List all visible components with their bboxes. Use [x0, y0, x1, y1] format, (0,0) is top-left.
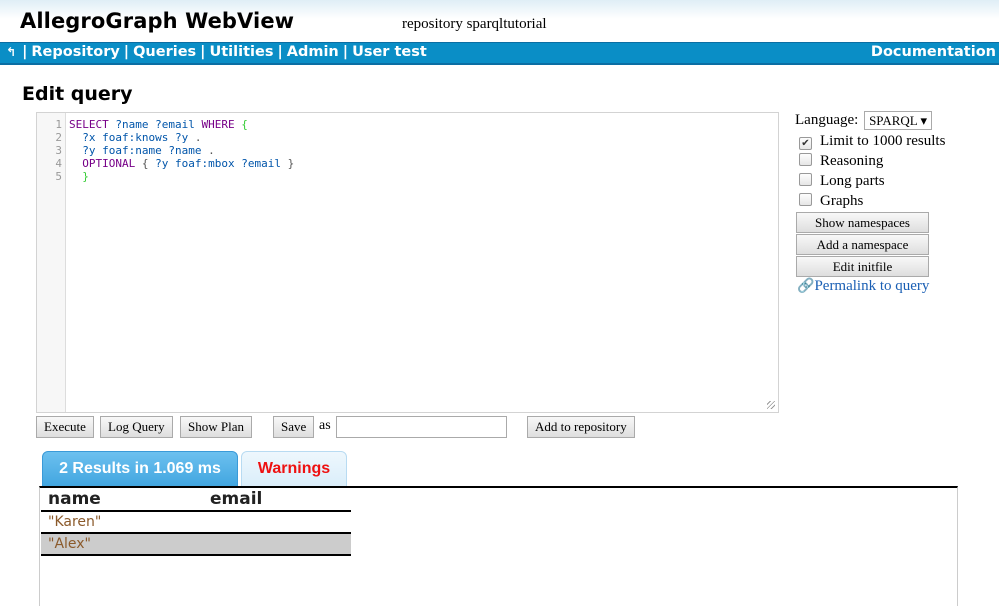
- code-token: ?y: [69, 144, 103, 157]
- table-row: "Alex": [41, 533, 351, 556]
- code-token: ?email: [241, 157, 288, 170]
- resize-grip-icon[interactable]: [767, 401, 775, 409]
- code-token: ?y: [174, 131, 189, 144]
- code-token: .: [188, 131, 202, 144]
- save-button[interactable]: Save: [273, 416, 315, 438]
- limit-results-checkbox[interactable]: ✔: [799, 137, 812, 150]
- code-token: }: [287, 157, 295, 170]
- column-header-email: email: [203, 488, 351, 512]
- line-number: 3: [55, 144, 62, 157]
- tab-results[interactable]: 2 Results in 1.069 ms: [42, 451, 238, 487]
- permalink-label[interactable]: Permalink to query: [814, 278, 929, 294]
- header: AllegroGraph WebView repository sparqltu…: [0, 0, 999, 42]
- link-icon: 🔗: [797, 279, 815, 294]
- repository-label: repository sparqltutorial: [402, 16, 547, 32]
- code-token: ?name: [168, 144, 202, 157]
- nav-separator: |: [123, 44, 130, 60]
- page-title: Edit query: [22, 83, 133, 105]
- nav-bar: ↰ | Repository | Queries | Utilities | Admin | Use…: [0, 42, 999, 65]
- code-token: }: [69, 170, 89, 183]
- back-icon[interactable]: ↰: [6, 45, 18, 59]
- code-token: OPTIONAL: [69, 157, 142, 170]
- language-label: Language:: [795, 111, 859, 128]
- reasoning-checkbox[interactable]: [799, 153, 812, 166]
- log-query-button[interactable]: Log Query: [100, 416, 173, 438]
- cell-name[interactable]: "Karen": [41, 511, 203, 534]
- editor-gutter: 12345: [37, 113, 66, 412]
- code-line[interactable]: ?y foaf:name ?name .: [69, 144, 294, 157]
- nav-separator: |: [277, 44, 283, 60]
- add-namespace-button[interactable]: Add a namespace: [796, 234, 929, 255]
- save-name-input[interactable]: [336, 416, 507, 438]
- line-number: 5: [55, 170, 62, 183]
- code-token: foaf:name: [102, 144, 169, 157]
- line-number: 1: [55, 118, 62, 131]
- query-code[interactable]: SELECT ?name ?email WHERE { ?x foaf:know…: [69, 118, 294, 183]
- code-token: WHERE: [201, 118, 242, 131]
- add-to-repository-button[interactable]: Add to repository: [527, 416, 635, 438]
- code-token: SELECT: [69, 118, 116, 131]
- reasoning-option[interactable]: Reasoning: [795, 151, 995, 171]
- code-line[interactable]: ?x foaf:knows ?y .: [69, 131, 294, 144]
- edit-initfile-button[interactable]: Edit initfile: [796, 256, 929, 277]
- nav-separator: |: [22, 44, 28, 60]
- code-token: {: [141, 157, 156, 170]
- code-token: ?y: [155, 157, 175, 170]
- cell-name[interactable]: "Alex": [41, 533, 203, 556]
- code-line[interactable]: OPTIONAL { ?y foaf:mbox ?email }: [69, 157, 294, 170]
- nav-documentation[interactable]: Documentation: [871, 44, 996, 60]
- query-editor[interactable]: 12345 SELECT ?name ?email WHERE { ?x foa…: [36, 112, 779, 413]
- code-token: ?name ?email: [115, 118, 202, 131]
- results-table: name email "Karen" "Alex": [41, 488, 351, 556]
- nav-user[interactable]: User test: [352, 44, 427, 60]
- show-namespaces-button[interactable]: Show namespaces: [796, 212, 929, 233]
- nav-separator: |: [342, 44, 349, 60]
- code-token: foaf:mbox: [174, 157, 242, 170]
- code-line[interactable]: SELECT ?name ?email WHERE {: [69, 118, 294, 131]
- graphs-option[interactable]: Graphs: [795, 191, 995, 211]
- code-token: ?x: [69, 131, 103, 144]
- column-header-name: name: [41, 488, 203, 512]
- permalink-link[interactable]: 🔗Permalink to query: [795, 278, 995, 295]
- code-token: .: [201, 144, 215, 157]
- nav-separator: |: [200, 44, 206, 60]
- limit-results-option[interactable]: ✔ Limit to 1000 results: [795, 131, 995, 151]
- code-token: {: [241, 118, 248, 131]
- nav-queries[interactable]: Queries: [133, 44, 196, 60]
- options-panel: Language: SPARQL ▾ ✔ Limit to 1000 result…: [795, 111, 995, 295]
- nav-utilities[interactable]: Utilities: [209, 44, 273, 60]
- checkbox-label: Graphs: [820, 193, 864, 209]
- results-panel: name email "Karen" "Alex": [39, 486, 958, 606]
- graphs-checkbox[interactable]: [799, 193, 812, 206]
- as-label: as: [319, 418, 331, 433]
- line-numbers: 12345: [37, 118, 62, 183]
- nav-repository[interactable]: Repository: [31, 44, 119, 60]
- nav-admin[interactable]: Admin: [287, 44, 339, 60]
- line-number: 2: [55, 131, 62, 144]
- code-line[interactable]: }: [69, 170, 294, 183]
- show-plan-button[interactable]: Show Plan: [180, 416, 252, 438]
- long-parts-option[interactable]: Long parts: [795, 171, 995, 191]
- checkbox-label: Reasoning: [820, 153, 884, 169]
- language-select[interactable]: SPARQL ▾: [864, 111, 933, 130]
- table-row: "Karen": [41, 511, 351, 534]
- checkbox-label: Limit to 1000 results: [820, 133, 946, 149]
- execute-button[interactable]: Execute: [36, 416, 94, 438]
- checkbox-label: Long parts: [820, 173, 885, 189]
- results-header-row: name email: [41, 488, 351, 512]
- line-number: 4: [55, 157, 62, 170]
- long-parts-checkbox[interactable]: [799, 173, 812, 186]
- cell-email: [203, 511, 351, 534]
- app-title: AllegroGraph WebView: [20, 9, 295, 33]
- tab-warnings[interactable]: Warnings: [241, 451, 347, 487]
- cell-email: [203, 533, 351, 556]
- code-token: foaf:knows: [102, 131, 175, 144]
